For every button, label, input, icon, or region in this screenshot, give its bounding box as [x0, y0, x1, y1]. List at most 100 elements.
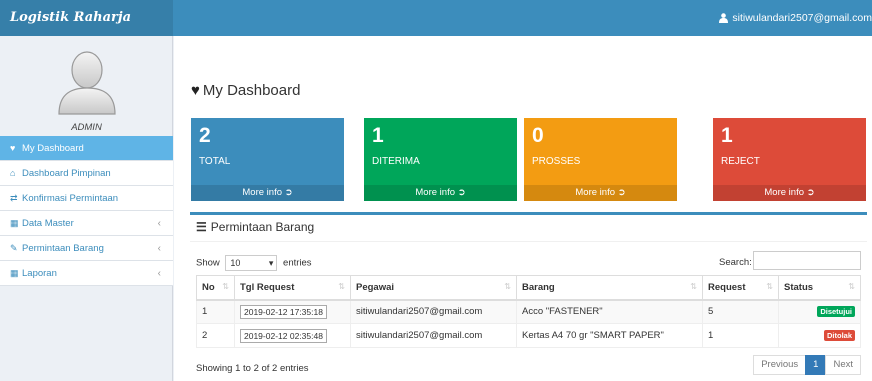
- cell-no: 1: [196, 299, 235, 324]
- pagination: Previous 1 Next: [753, 355, 861, 375]
- column-label: Barang: [522, 281, 555, 293]
- divider: [190, 241, 867, 242]
- sort-icon: ⇅: [338, 281, 345, 291]
- column-label: No: [202, 281, 215, 293]
- edit-icon: ✎: [10, 243, 18, 253]
- page-1-button[interactable]: 1: [805, 355, 827, 375]
- more-info-label: More info: [764, 187, 804, 198]
- more-info-label: More info: [575, 187, 615, 198]
- stat-box-reject: 1 REJECT More info ➲: [713, 118, 866, 201]
- stat-label: PROSSES: [532, 156, 581, 167]
- column-header-pegawai[interactable]: Pegawai ⇅: [350, 275, 517, 301]
- sidebar-item-data-master[interactable]: ▦ Data Master ‹: [0, 211, 173, 236]
- sidebar-item-konfirmasi-permintaan[interactable]: ⇄ Konfirmasi Permintaan: [0, 186, 173, 211]
- column-label: Tgl Request: [240, 281, 295, 293]
- sidebar-item-permintaan-barang[interactable]: ✎ Permintaan Barang ‹: [0, 236, 173, 261]
- stat-label: REJECT: [721, 156, 760, 167]
- table-row: 1 2019-02-12 17:35:18 sitiwulandari2507@…: [196, 299, 861, 324]
- permintaan-table: No ⇅ Tgl Request ⇅ Pegawai ⇅ Barang ⇅ Reques…: [196, 275, 861, 348]
- grid-icon: ▦: [10, 268, 19, 278]
- table-header-row: No ⇅ Tgl Request ⇅ Pegawai ⇅ Barang ⇅ Reques…: [196, 275, 861, 301]
- list-icon: ☰: [196, 220, 207, 234]
- main-content: ♥ My Dashboard 2 TOTAL More info ➲ 1 DITE…: [174, 36, 872, 381]
- cell-pegawai: sitiwulandari2507@gmail.com: [350, 299, 517, 324]
- column-header-tgl-request[interactable]: Tgl Request ⇅: [234, 275, 351, 301]
- date-value: 2019-02-12 17:35:18: [240, 304, 327, 319]
- sidebar-item-laporan[interactable]: ▦ Laporan ‹: [0, 261, 173, 286]
- sort-icon: ⇅: [766, 281, 773, 291]
- cell-pegawai: sitiwulandari2507@gmail.com: [350, 323, 517, 348]
- arrow-circle-right-icon: ➲: [284, 187, 293, 198]
- arrow-circle-right-icon: ➲: [806, 187, 815, 198]
- sidebar-item-label: Konfirmasi Permintaan: [22, 193, 119, 204]
- sidebar: ADMIN ♥ My Dashboard ⌂ Dashboard Pimpinan …: [0, 36, 173, 381]
- cell-tgl-request: 2019-02-12 02:35:48: [234, 323, 351, 348]
- show-label: Show: [196, 257, 220, 269]
- sidebar-menu: ♥ My Dashboard ⌂ Dashboard Pimpinan ⇄ Konfi…: [0, 136, 173, 286]
- chevron-left-icon: ‹: [157, 243, 161, 254]
- cell-request: 1: [702, 323, 779, 348]
- sort-icon: ⇅: [504, 281, 511, 291]
- stat-value: 0: [532, 124, 544, 147]
- stat-label: TOTAL: [199, 156, 231, 167]
- column-header-request[interactable]: Request ⇅: [702, 275, 779, 301]
- column-label: Request: [708, 281, 746, 293]
- column-label: Status: [784, 281, 814, 293]
- sort-icon: ⇅: [848, 281, 855, 291]
- status-badge: Ditolak: [823, 330, 855, 341]
- entries-select[interactable]: 10 ▾: [225, 255, 278, 271]
- sidebar-item-dashboard-pimpinan[interactable]: ⌂ Dashboard Pimpinan: [0, 161, 173, 186]
- caret-down-icon: ▾: [268, 258, 274, 268]
- table-info: Showing 1 to 2 of 2 entries: [196, 363, 309, 374]
- column-header-status[interactable]: Status ⇅: [778, 275, 861, 301]
- page-title-text: My Dashboard: [202, 82, 301, 99]
- next-button[interactable]: Next: [825, 355, 861, 375]
- date-value: 2019-02-12 02:35:48: [240, 328, 327, 343]
- exchange-icon: ⇄: [10, 193, 18, 203]
- more-info-label: More info: [242, 187, 282, 198]
- cell-status: Ditolak: [778, 323, 861, 348]
- sort-asc-icon: ⇅: [222, 281, 229, 291]
- more-info-link[interactable]: More info ➲: [524, 185, 677, 201]
- home-icon: ⌂: [10, 168, 16, 178]
- sort-icon: ⇅: [690, 281, 697, 291]
- user-role: ADMIN: [71, 122, 102, 133]
- stat-value: 2: [199, 124, 211, 147]
- search-label: Search:: [719, 257, 752, 268]
- chevron-left-icon: ‹: [157, 268, 161, 279]
- column-header-barang[interactable]: Barang ⇅: [516, 275, 703, 301]
- cell-barang: Acco "FASTENER": [516, 299, 703, 324]
- sidebar-item-label: Permintaan Barang: [22, 243, 104, 254]
- sidebar-item-my-dashboard[interactable]: ♥ My Dashboard: [0, 136, 173, 161]
- permintaan-barang-panel: ☰ Permintaan Barang Show 10 ▾ entries Sear…: [190, 212, 867, 378]
- arrow-circle-right-icon: ➲: [457, 187, 466, 198]
- previous-button[interactable]: Previous: [753, 355, 807, 375]
- more-info-link[interactable]: More info ➲: [713, 185, 866, 201]
- entries-value: 10: [230, 258, 241, 268]
- more-info-label: More info: [415, 187, 455, 198]
- column-label: Pegawai: [356, 281, 395, 293]
- user-panel: ADMIN: [0, 36, 173, 136]
- user-email: sitiwulandari2507@gmail.com: [732, 12, 872, 24]
- user-icon: [719, 13, 729, 24]
- cell-request: 5: [702, 299, 779, 324]
- brand-logo[interactable]: Logistik Raharja: [0, 0, 173, 36]
- heart-icon: ♥: [10, 143, 16, 153]
- column-header-no[interactable]: No ⇅: [196, 275, 235, 301]
- more-info-link[interactable]: More info ➲: [191, 185, 344, 201]
- table-row: 2 2019-02-12 02:35:48 sitiwulandari2507@…: [196, 323, 861, 348]
- stat-box-total: 2 TOTAL More info ➲: [191, 118, 344, 201]
- stat-value: 1: [372, 124, 384, 147]
- chevron-left-icon: ‹: [157, 218, 161, 229]
- panel-title: ☰ Permintaan Barang: [196, 220, 314, 234]
- arrow-circle-right-icon: ➲: [617, 187, 626, 198]
- entries-label: entries: [283, 257, 312, 269]
- entries-length-control: Show 10 ▾ entries: [196, 255, 312, 271]
- search-input[interactable]: [753, 251, 861, 270]
- more-info-link[interactable]: More info ➲: [364, 185, 517, 201]
- stat-box-diterima: 1 DITERIMA More info ➲: [364, 118, 517, 201]
- panel-title-text: Permintaan Barang: [210, 220, 315, 234]
- user-menu[interactable]: sitiwulandari2507@gmail.com: [719, 0, 872, 36]
- cell-status: Disetujui: [778, 299, 861, 324]
- cell-barang: Kertas A4 70 gr "SMART PAPER": [516, 323, 703, 348]
